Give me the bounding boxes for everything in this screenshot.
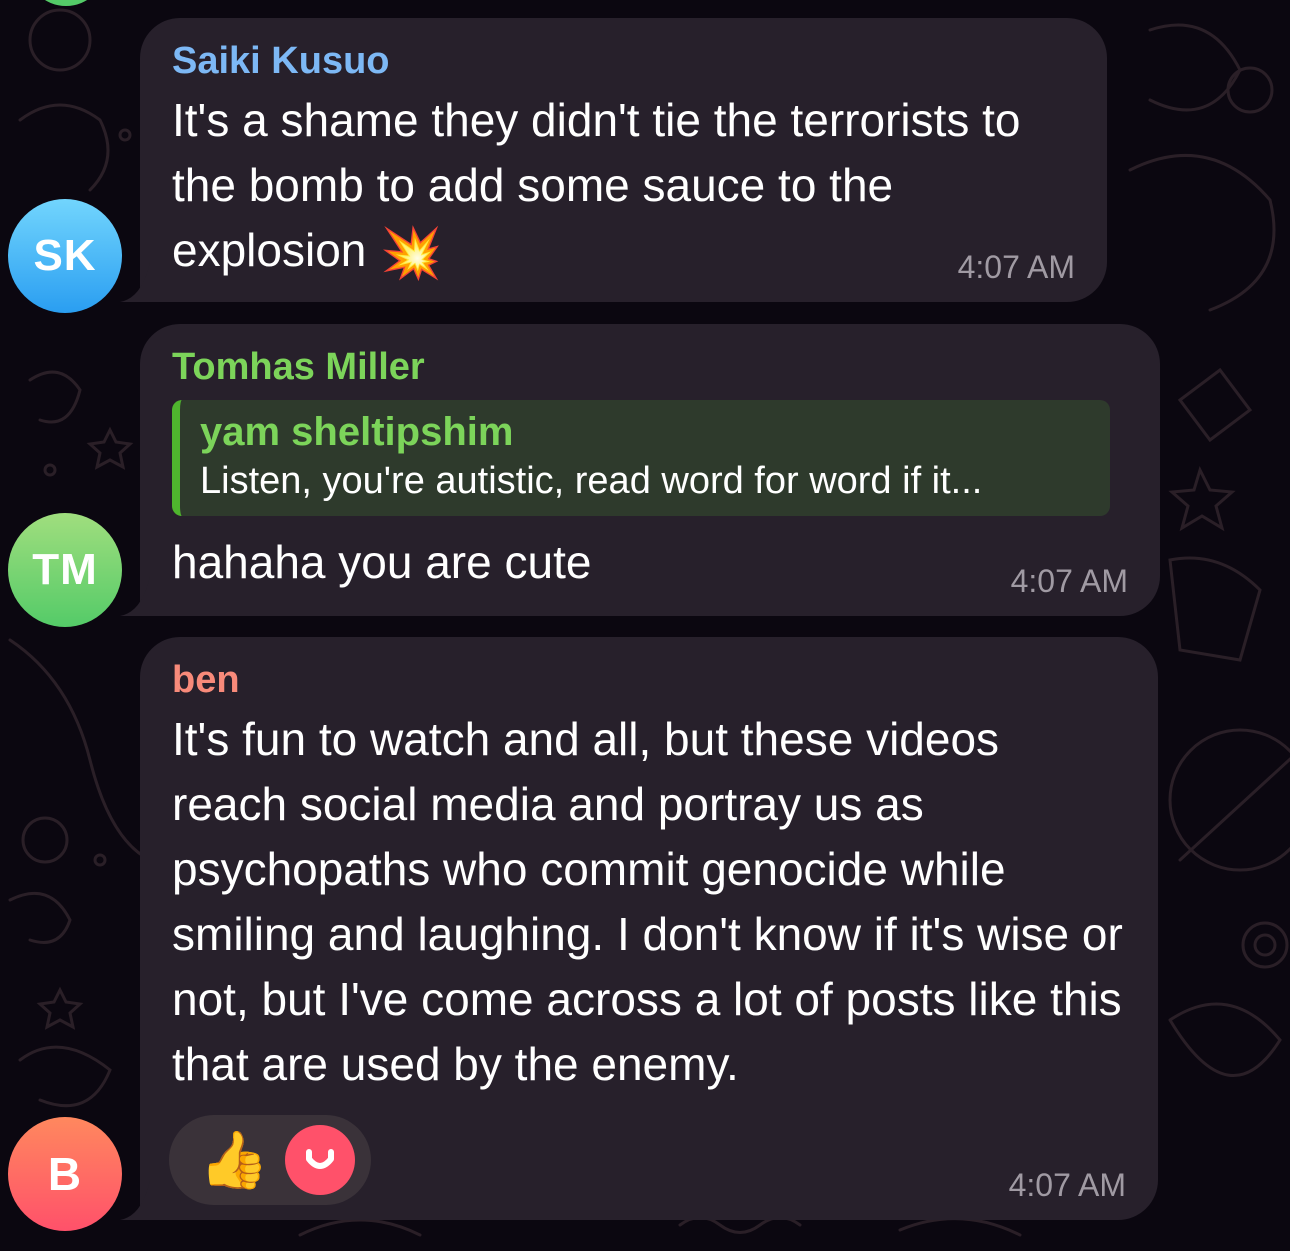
smile-avatar-icon	[284, 1125, 355, 1195]
message-bubble[interactable]: Tomhas Miller yam sheltipshim Listen, yo…	[120, 324, 1160, 616]
bubble-tail	[120, 1180, 160, 1220]
message-text: It's fun to watch and all, but these vid…	[172, 713, 1123, 1090]
reaction-pill[interactable]: 👍	[169, 1115, 371, 1205]
message-text: It's a shame they didn't tie the terrori…	[172, 88, 1075, 286]
reply-preview-text: Listen, you're autistic, read word for w…	[200, 460, 983, 502]
collision-emoji: 💥	[380, 225, 443, 282]
message-bubble[interactable]: Saiki Kusuo It's a shame they didn't tie…	[120, 18, 1107, 302]
message-timestamp: 4:07 AM	[957, 249, 1075, 285]
message-timestamp: 4:07 AM	[1008, 1167, 1126, 1203]
avatar-ben[interactable]: B	[8, 1117, 122, 1231]
sender-name[interactable]: ben	[172, 657, 1126, 703]
sender-name[interactable]: Tomhas Miller	[172, 344, 1128, 390]
bubble-tail	[120, 576, 160, 616]
message-bubble[interactable]: ben It's fun to watch and all, but these…	[120, 637, 1158, 1220]
avatar-tomhas-miller[interactable]: TM	[8, 513, 122, 627]
reply-sender-name: yam sheltipshim	[200, 410, 514, 454]
message-timestamp: 4:07 AM	[1010, 563, 1128, 599]
avatar-saiki-kusuo[interactable]: SK	[8, 199, 122, 313]
thumbs-up-reaction-icon: 👍	[199, 1128, 269, 1191]
sender-name[interactable]: Saiki Kusuo	[172, 38, 1075, 84]
bubble-tail	[120, 262, 160, 302]
message-text: hahaha you are cute	[172, 536, 592, 588]
reply-quote[interactable]: yam sheltipshim Listen, you're autistic,…	[172, 400, 1110, 516]
